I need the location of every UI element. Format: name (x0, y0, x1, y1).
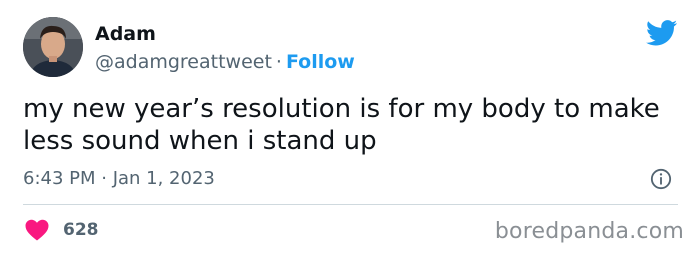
watermark: boredpanda.com (494, 219, 684, 244)
like-action[interactable]: 628 (25, 218, 99, 242)
handle-line: @adamgreattweet · Follow (95, 50, 355, 74)
author-name[interactable]: Adam (95, 22, 355, 46)
follow-button[interactable]: Follow (286, 51, 355, 73)
like-count: 628 (63, 220, 99, 240)
tweet-timestamp[interactable]: 6:43 PM · Jan 1, 2023 (23, 167, 215, 191)
tweet-text: my new year’s resolution is for my body … (23, 94, 660, 156)
author-info: Adam @adamgreattweet · Follow (95, 22, 355, 74)
tweet-card: Adam @adamgreattweet · Follow my new year’… (0, 0, 700, 257)
author-handle[interactable]: @adamgreattweet (95, 51, 272, 73)
divider (23, 204, 678, 205)
avatar[interactable] (23, 17, 83, 77)
info-icon[interactable] (650, 168, 672, 190)
separator-dot: · (275, 51, 282, 73)
heart-icon[interactable] (25, 219, 49, 241)
twitter-bird-icon[interactable] (646, 20, 678, 46)
avatar-image (23, 17, 83, 77)
